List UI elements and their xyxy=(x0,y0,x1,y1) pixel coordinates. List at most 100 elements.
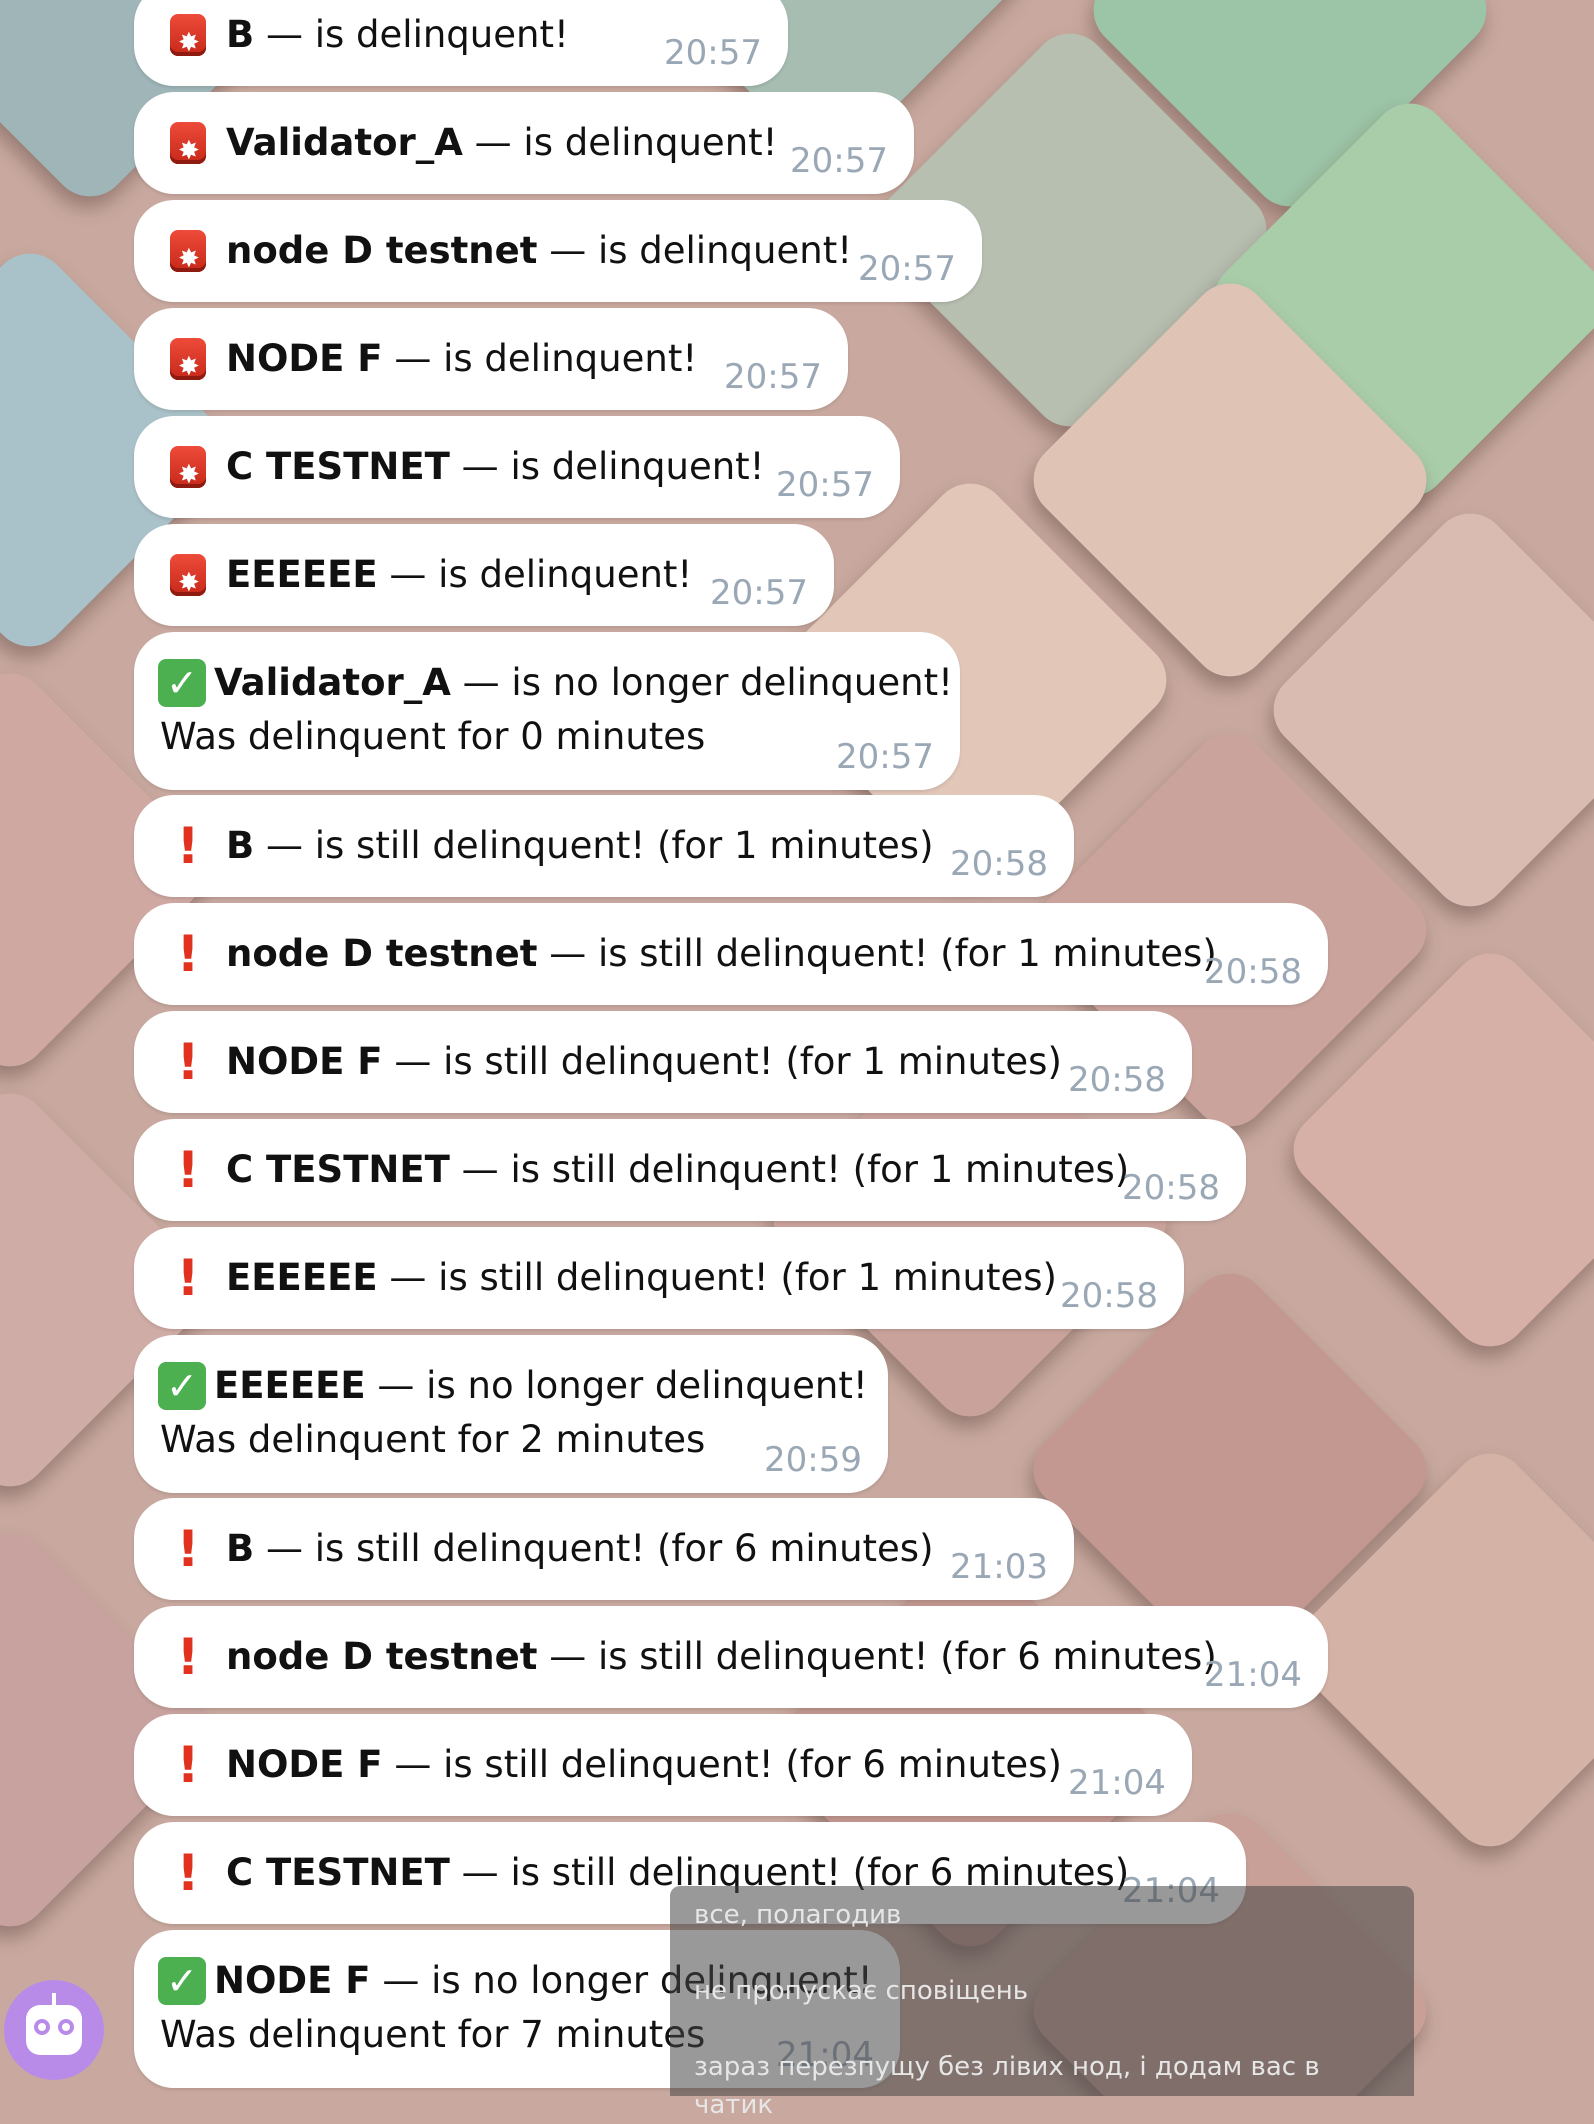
node-name: C TESTNET xyxy=(226,1851,450,1894)
message-text: — is delinquent! xyxy=(254,13,569,56)
alarm-light-icon xyxy=(164,230,212,286)
message-bubble[interactable]: B — is delinquent! 20:57 xyxy=(134,0,788,86)
message-time: 20:58 xyxy=(1122,1168,1220,1208)
node-name: B xyxy=(226,13,255,56)
node-name: NODE F xyxy=(226,1040,383,1083)
alarm-light-glyph xyxy=(170,122,206,178)
message-bubble[interactable]: NODE F — is delinquent! 20:57 xyxy=(134,308,848,410)
exclamation-glyph: ! xyxy=(176,1033,200,1091)
message-text: — is still delinquent! (for 6 minutes) xyxy=(382,1743,1062,1786)
message-text: — is delinquent! xyxy=(382,337,698,380)
alarm-light-icon xyxy=(164,122,212,178)
message-line: ! B — is still delinquent! (for 6 minutes… xyxy=(164,1522,1048,1576)
bot-avatar[interactable] xyxy=(4,1980,104,2080)
node-name: EEEEEE xyxy=(214,1364,366,1407)
exclamation-icon: ! xyxy=(164,1628,212,1686)
exclamation-icon: ! xyxy=(164,1141,212,1199)
node-name: C TESTNET xyxy=(226,1148,450,1191)
message-line: ! NODE F — is still delinquent! (for 1 mi… xyxy=(164,1035,1166,1089)
exclamation-icon: ! xyxy=(164,821,212,871)
message-line: ! EEEEEE — is still delinquent! (for 1 mi… xyxy=(164,1251,1158,1305)
node-name: Validator_A xyxy=(226,121,463,164)
message-time: 20:57 xyxy=(710,573,808,613)
node-name: EEEEEE xyxy=(226,1256,378,1299)
message-bubble[interactable]: ! EEEEEE — is still delinquent! (for 1 mi… xyxy=(134,1227,1184,1329)
message-text: — is delinquent! xyxy=(537,229,853,272)
exclamation-icon: ! xyxy=(164,1520,212,1578)
exclamation-glyph: ! xyxy=(176,1141,200,1199)
message-text: — is still delinquent! (for 6 minutes) xyxy=(537,1635,1217,1678)
message-bubble[interactable]: ! NODE F — is still delinquent! (for 6 mi… xyxy=(134,1714,1192,1816)
exclamation-glyph: ! xyxy=(176,1520,200,1578)
exclamation-icon: ! xyxy=(164,1740,212,1790)
alarm-light-glyph xyxy=(170,230,206,286)
message-subtext: Was delinquent for 2 minutes xyxy=(160,1418,706,1461)
message-text: — is still delinquent! (for 1 minutes) xyxy=(449,1148,1130,1191)
exclamation-glyph: ! xyxy=(176,1628,200,1686)
node-name: node D testnet xyxy=(226,229,538,272)
alarm-light-glyph xyxy=(170,14,206,70)
exclamation-icon: ! xyxy=(164,1848,212,1898)
message-line: ! NODE F — is still delinquent! (for 6 mi… xyxy=(164,1738,1166,1792)
message-bubble[interactable]: Validator_A — is delinquent!20:57 xyxy=(134,92,914,194)
message-text: — is no longer delinquent! xyxy=(365,1364,868,1407)
message-line: ! B — is still delinquent! (for 1 minutes… xyxy=(164,819,1048,873)
message-bubble[interactable]: ! node D testnet — is still delinquent! (… xyxy=(134,1606,1328,1708)
exclamation-glyph: ! xyxy=(176,925,200,983)
alarm-light-glyph xyxy=(170,338,206,394)
message-line: ✓ EEEEEE — is no longer delinquent! xyxy=(158,1359,868,1413)
message-bubble[interactable]: ! B — is still delinquent! (for 6 minutes… xyxy=(134,1498,1074,1600)
message-text: — is still delinquent! (for 1 minutes) xyxy=(254,824,934,867)
caption-line: все, полагодив xyxy=(694,1900,902,1930)
message-line: ✓ Validator_A — is no longer delinquent! xyxy=(158,656,953,710)
message-time: 21:03 xyxy=(950,1547,1048,1587)
message-time: 20:58 xyxy=(950,844,1048,884)
check-mark-icon: ✓ xyxy=(158,1957,206,2005)
check-mark-glyph: ✓ xyxy=(158,1362,206,1410)
message-time: 20:58 xyxy=(1204,952,1302,992)
message-time: 20:58 xyxy=(1060,1276,1158,1316)
message-text: — is no longer delinquent! xyxy=(450,661,953,704)
node-name: B xyxy=(226,1527,255,1570)
message-bubble[interactable]: ! node D testnet — is still delinquent! (… xyxy=(134,903,1328,1005)
message-time: 20:57 xyxy=(664,33,762,73)
message-text: — is still delinquent! (for 1 minutes) xyxy=(382,1040,1062,1083)
message-line: node D testnet — is delinquent! xyxy=(164,224,956,286)
node-name: NODE F xyxy=(214,1959,371,2002)
message-time: 21:04 xyxy=(1068,1763,1166,1803)
message-bubble[interactable]: C TESTNET — is delinquent!20:57 xyxy=(134,416,900,518)
alarm-light-icon xyxy=(164,14,212,70)
node-name: EEEEEE xyxy=(226,553,378,596)
message-text: — is still delinquent! (for 1 minutes) xyxy=(537,932,1217,975)
alarm-light-icon xyxy=(164,554,212,610)
exclamation-icon: ! xyxy=(164,1033,212,1091)
node-name: NODE F xyxy=(226,1743,383,1786)
message-text: — is still delinquent! (for 6 minutes) xyxy=(254,1527,934,1570)
exclamation-icon: ! xyxy=(164,925,212,983)
message-bubble[interactable]: ! NODE F — is still delinquent! (for 1 mi… xyxy=(134,1011,1192,1113)
subtitle-overlay: все, полагодив не пропускає сповіщень за… xyxy=(670,1886,1414,2120)
alarm-light-glyph xyxy=(170,554,206,610)
message-time: 20:57 xyxy=(776,465,874,505)
caption-line: не пропускає сповіщень xyxy=(694,1976,1029,2006)
node-name: node D testnet xyxy=(226,1635,538,1678)
message-line: ! node D testnet — is still delinquent! (… xyxy=(164,927,1302,981)
node-name: B xyxy=(226,824,255,867)
message-line: C TESTNET — is delinquent! xyxy=(164,440,874,502)
alarm-light-glyph xyxy=(170,446,206,502)
caption-line: зараз перезпущу без лівих нод, і додам в… xyxy=(694,2052,1320,2120)
message-time: 20:57 xyxy=(790,141,888,181)
exclamation-icon: ! xyxy=(164,1253,212,1303)
message-bubble[interactable]: ✓ EEEEEE — is no longer delinquent! Was de… xyxy=(134,1335,888,1493)
check-mark-glyph: ✓ xyxy=(158,659,206,707)
message-bubble[interactable]: ! B — is still delinquent! (for 1 minutes… xyxy=(134,795,1074,897)
node-name: NODE F xyxy=(226,337,383,380)
message-bubble[interactable]: ! C TESTNET — is still delinquent! (for 1… xyxy=(134,1119,1246,1221)
message-time: 20:57 xyxy=(724,357,822,397)
robot-avatar-icon xyxy=(26,1993,82,2055)
message-bubble[interactable]: node D testnet — is delinquent!20:57 xyxy=(134,200,982,302)
message-bubble[interactable]: EEEEEE — is delinquent! 20:57 xyxy=(134,524,834,626)
alarm-light-icon xyxy=(164,446,212,502)
alarm-light-icon xyxy=(164,338,212,394)
message-bubble[interactable]: ✓ Validator_A — is no longer delinquent! W… xyxy=(134,632,960,790)
